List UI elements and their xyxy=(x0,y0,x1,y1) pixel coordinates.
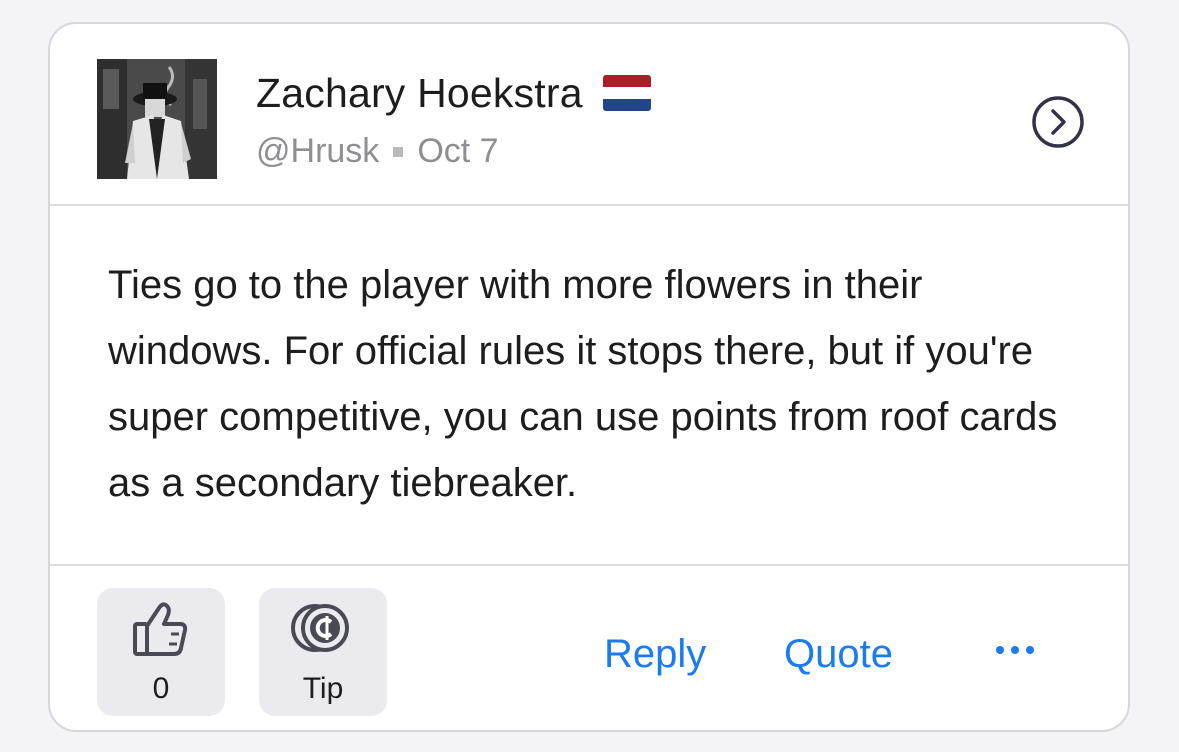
dot xyxy=(1011,646,1019,654)
coin-icon xyxy=(259,598,387,662)
thumbs-up-icon xyxy=(97,598,225,662)
tip-button[interactable]: Tip xyxy=(259,588,387,716)
post-meta: @Hrusk Oct 7 xyxy=(256,132,499,171)
avatar[interactable] xyxy=(97,59,217,179)
post-card: Zachary Hoekstra @Hrusk Oct 7 Ties go to… xyxy=(48,22,1130,732)
like-button[interactable]: 0 xyxy=(97,588,225,716)
post-body: Ties go to the player with more flowers … xyxy=(108,263,1058,505)
quote-button[interactable]: Quote xyxy=(784,632,893,677)
post-date: Oct 7 xyxy=(417,132,499,170)
post-header: Zachary Hoekstra @Hrusk Oct 7 xyxy=(50,24,1128,206)
like-count: 0 xyxy=(152,672,170,705)
chevron-right-circle-icon[interactable] xyxy=(1030,94,1086,150)
reply-button[interactable]: Reply xyxy=(604,632,706,677)
post-actions: 0 Tip Reply Quote xyxy=(50,564,1128,730)
author-name-row: Zachary Hoekstra xyxy=(256,68,651,118)
netherlands-flag-icon xyxy=(602,75,651,111)
meta-separator xyxy=(393,146,404,157)
author-handle[interactable]: @Hrusk xyxy=(256,132,379,171)
dot xyxy=(996,646,1004,654)
dot xyxy=(1026,646,1034,654)
ellipsis-icon[interactable] xyxy=(996,646,1034,654)
tip-label: Tip xyxy=(302,672,344,705)
author-name[interactable]: Zachary Hoekstra xyxy=(256,70,583,117)
